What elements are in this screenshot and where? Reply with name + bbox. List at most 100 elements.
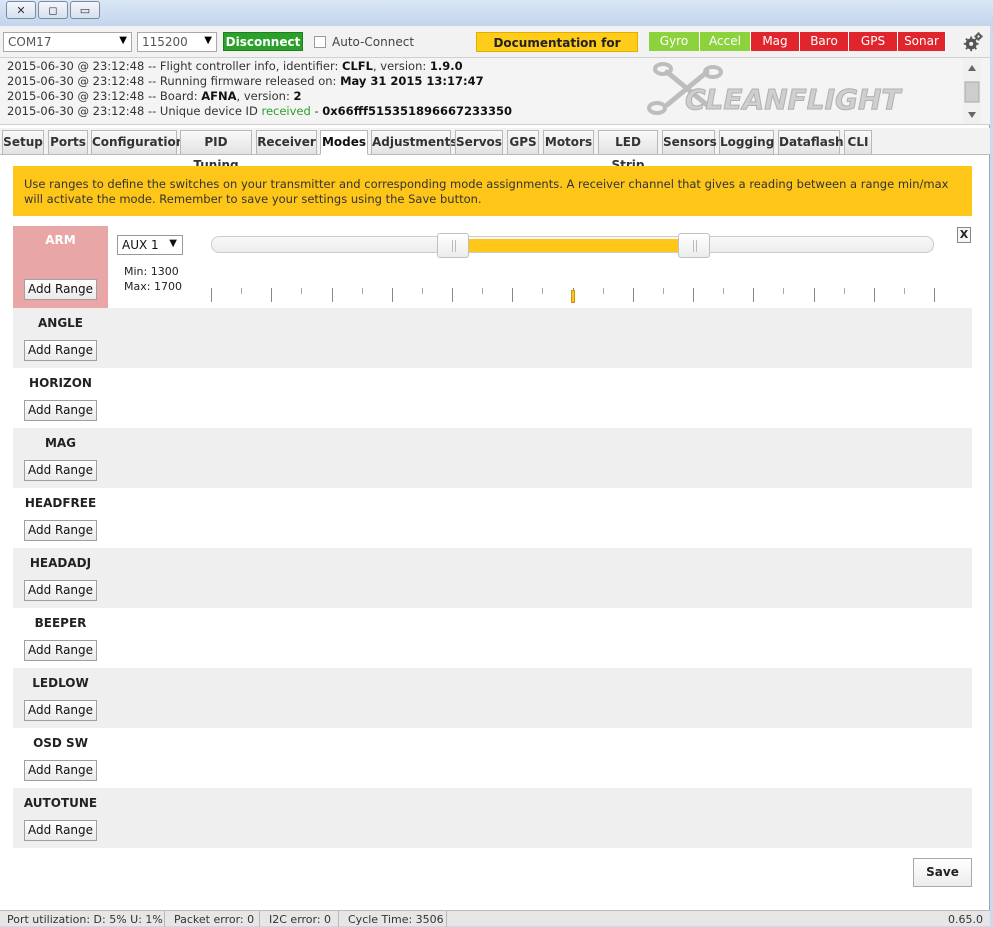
range-max-handle[interactable] <box>678 233 710 258</box>
cleanflight-logo: CLEANFLIGHT <box>647 62 903 117</box>
connection-header: COM17 ▼ 115200 ▼ Disconnect Auto-Connect… <box>0 26 990 70</box>
range-min-handle[interactable] <box>437 233 469 258</box>
add-range-button[interactable]: Add Range <box>24 700 97 721</box>
add-range-button[interactable]: Add Range <box>24 640 97 661</box>
window-restore-button[interactable]: ◻ <box>38 1 68 19</box>
tab-adjustments[interactable]: Adjustments <box>371 130 457 155</box>
modes-help-note: Use ranges to define the switches on you… <box>13 166 972 216</box>
status-bar: Port utilization: D: 5% U: 1% Packet err… <box>0 910 990 927</box>
scale-tick <box>753 288 755 302</box>
tab-setup[interactable]: Setup <box>2 130 44 155</box>
add-range-button[interactable]: Add Range <box>24 580 97 601</box>
scale-tick <box>452 288 453 302</box>
port-select[interactable]: COM17 ▼ <box>3 32 132 52</box>
status-separator <box>446 911 447 927</box>
log-value: 0x66fff515351896667233350 <box>322 104 513 118</box>
scale-tick <box>542 288 544 294</box>
mode-row-horizon: HORIZON Add Range <box>13 368 972 428</box>
aux-channel-select[interactable]: AUX 1 ▼ <box>117 235 183 255</box>
mode-name: ARM <box>45 233 76 247</box>
save-button[interactable]: Save <box>913 858 972 887</box>
mode-label: ANGLE Add Range <box>13 308 108 368</box>
range-slider-track[interactable] <box>211 233 934 258</box>
gear-icon[interactable] <box>962 31 984 53</box>
tab-logging[interactable]: Logging <box>719 130 774 155</box>
remove-range-button[interactable]: X <box>957 227 971 243</box>
add-range-button[interactable]: Add Range <box>24 279 97 300</box>
add-range-button[interactable]: Add Range <box>24 760 97 781</box>
add-range-button[interactable]: Add Range <box>24 400 97 421</box>
mode-row-beeper: BEEPER Add Range <box>13 608 972 668</box>
disconnect-button[interactable]: Disconnect <box>223 32 303 51</box>
mode-row-ledlow: LEDLOW Add Range <box>13 668 972 728</box>
documentation-button[interactable]: Documentation for 1.9.0 <box>476 32 638 70</box>
tab-cli[interactable]: CLI <box>844 130 872 155</box>
scale-tick <box>211 288 212 302</box>
scale-tick <box>783 288 785 294</box>
close-icon: ✕ <box>16 3 26 17</box>
range-slider-fill <box>453 239 694 252</box>
mode-name: AUTOTUNE <box>23 796 98 810</box>
tab-motors[interactable]: Motors <box>543 130 594 155</box>
log-scrollbar[interactable] <box>963 58 981 125</box>
mode-name: BEEPER <box>34 616 87 630</box>
tab-bar: Setup Ports Configuration PID Tuning Receive… <box>0 128 990 172</box>
mode-name: HORIZON <box>29 376 92 390</box>
log-value: 1.9.0 <box>429 59 463 73</box>
scale-tick <box>903 288 905 294</box>
tab-servos[interactable]: Servos <box>455 130 503 155</box>
mode-name: MAG <box>44 436 77 450</box>
tab-led-strip[interactable]: LED Strip <box>598 130 658 172</box>
scale-tick <box>873 288 875 302</box>
packet-error: Packet error: 0 <box>174 913 255 926</box>
log-text: - <box>310 104 323 118</box>
auto-connect-checkbox[interactable] <box>314 36 326 48</box>
mode-name: OSD SW <box>33 736 88 750</box>
tab-pid-tuning[interactable]: PID Tuning <box>180 130 252 172</box>
scale-tick <box>602 288 604 294</box>
sensor-mag: Mag <box>751 32 800 51</box>
log-line: 2015-06-30 @ 23:12:48 -- Board: AFNA, ve… <box>7 89 302 103</box>
auto-connect-toggle[interactable]: Auto-Connect <box>314 35 414 49</box>
log-value: AFNA <box>201 89 237 103</box>
scale-tick <box>843 288 845 294</box>
log-text: 2015-06-30 @ 23:12:48 -- Flight controll… <box>7 59 342 73</box>
add-range-button[interactable]: Add Range <box>24 340 97 361</box>
add-range-button[interactable]: Add Range <box>24 460 97 481</box>
tab-dataflash[interactable]: Dataflash <box>778 130 844 155</box>
tab-configuration[interactable]: Configuration <box>91 130 184 155</box>
add-range-button[interactable]: Add Range <box>24 520 97 541</box>
window-minimize-button[interactable]: ▭ <box>70 1 100 19</box>
baud-select[interactable]: 115200 ▼ <box>137 32 217 52</box>
tab-ports[interactable]: Ports <box>48 130 88 155</box>
tab-sensors[interactable]: Sensors <box>662 130 717 155</box>
chevron-down-icon: ▼ <box>119 35 127 46</box>
mode-label: HEADFREE Add Range <box>13 488 108 548</box>
window-close-button[interactable]: ✕ <box>6 1 36 19</box>
mode-label: MAG Add Range <box>13 428 108 488</box>
tab-receiver[interactable]: Receiver <box>256 130 317 155</box>
sensor-sonar: Sonar <box>898 32 946 51</box>
live-channel-marker <box>570 290 575 303</box>
scale-tick <box>512 288 514 302</box>
mode-label: HEADADJ Add Range <box>13 548 108 608</box>
range-min-label: Min: 1300 <box>124 265 179 278</box>
scale-tick <box>813 288 815 302</box>
scale-tick <box>934 288 935 302</box>
tab-modes[interactable]: Modes <box>320 130 368 155</box>
mode-row-mag: MAG Add Range <box>13 428 972 488</box>
scale-tick <box>301 288 303 294</box>
mode-row-autotune: AUTOTUNE Add Range <box>13 788 972 848</box>
status-separator <box>338 911 339 927</box>
log-value: May 31 2015 13:17:47 <box>340 74 484 88</box>
tab-gps[interactable]: GPS <box>507 130 539 155</box>
add-range-button[interactable]: Add Range <box>24 820 97 841</box>
log-line: 2015-06-30 @ 23:12:48 -- Running firmwar… <box>7 74 484 88</box>
app-version: 0.65.0 <box>948 913 983 926</box>
baud-value: 115200 <box>142 35 188 49</box>
mode-label: HORIZON Add Range <box>13 368 108 428</box>
log-line: 2015-06-30 @ 23:12:48 -- Unique device I… <box>7 104 512 118</box>
log-text: , version: <box>236 89 294 103</box>
scale-tick <box>241 288 243 294</box>
mode-name: LEDLOW <box>32 676 89 690</box>
